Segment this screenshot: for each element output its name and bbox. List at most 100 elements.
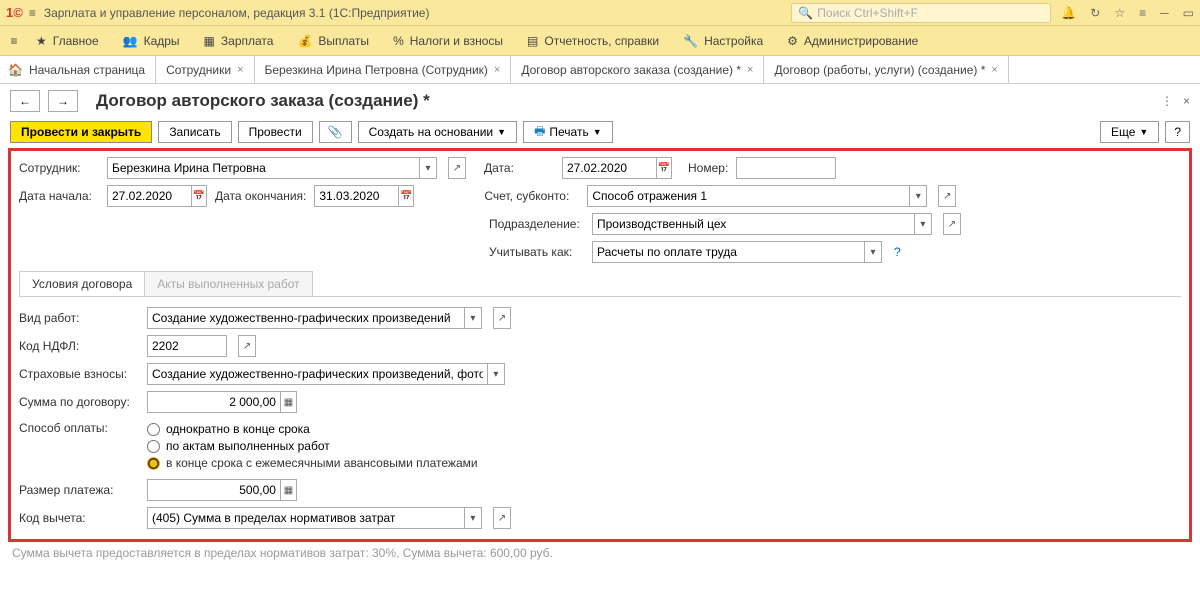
sum-input[interactable] [147,391,297,413]
chevron-down-icon: ▼ [497,127,506,137]
nav-back-button[interactable]: ← [10,90,40,112]
menu-kadry[interactable]: 👥Кадры [113,30,190,52]
menu-reports[interactable]: ▤Отчетность, справки [517,30,669,52]
consider-input[interactable]: ▾ [592,241,882,263]
department-input[interactable]: ▾ [592,213,932,235]
payment-size-input[interactable] [147,479,297,501]
star-icon[interactable]: ☆ [1114,6,1125,20]
save-button[interactable]: Записать [158,121,231,143]
sum-label: Сумма по договору: [19,395,139,409]
subtab-conditions[interactable]: Условия договора [19,271,145,296]
work-type-label: Вид работ: [19,311,139,325]
titlebar: 1© ≡ Зарплата и управление персоналом, р… [0,0,1200,26]
pay-option-advance[interactable]: в конце срока с ежемесячными авансовыми … [147,456,478,470]
dropdown-icon[interactable]: ▾ [487,364,504,384]
minimize-icon[interactable]: ─ [1160,6,1169,20]
end-date-input[interactable] [314,185,414,207]
history-icon[interactable]: ↻ [1090,6,1100,20]
maximize-icon[interactable]: ▭ [1183,6,1194,20]
account-input[interactable]: ▾ [587,185,927,207]
number-input[interactable] [736,157,836,179]
sub-tabs: Условия договора Акты выполненных работ [19,271,1181,297]
calendar-icon[interactable] [191,186,206,206]
start-date-input[interactable] [107,185,207,207]
chevron-down-icon: ▼ [1139,127,1148,137]
menu-icon[interactable]: ≡ [1139,6,1146,20]
deduction-label: Код вычета: [19,511,139,525]
post-and-close-button[interactable]: Провести и закрыть [10,121,152,143]
attach-button[interactable]: 📎 [319,121,352,143]
menu-main[interactable]: ★Главное [26,30,109,52]
number-label: Номер: [688,161,728,175]
menu-favorites-icon[interactable]: ≡ [6,34,22,48]
pay-method-label: Способ оплаты: [19,419,139,435]
nav-forward-button[interactable]: → [48,90,78,112]
close-icon[interactable]: × [991,64,997,76]
payment-size-label: Размер платежа: [19,483,139,497]
menu-zarplata[interactable]: ▦Зарплата [194,30,284,52]
open-deduction-button[interactable] [493,507,511,529]
close-icon[interactable]: × [747,64,753,76]
tab-home[interactable]: 🏠Начальная страница [0,56,156,83]
report-icon: ▤ [527,34,538,48]
close-icon[interactable]: × [494,64,500,76]
menu-admin[interactable]: ⚙Администрирование [777,30,928,52]
app-title: Зарплата и управление персоналом, редакц… [44,6,792,20]
menu-vyplaty[interactable]: 💰Выплаты [287,30,379,52]
help-link[interactable]: ? [894,245,901,259]
work-type-input[interactable]: ▾ [147,307,482,329]
tab-employee-card[interactable]: Березкина Ирина Петровна (Сотрудник)× [255,56,512,83]
command-bar: Провести и закрыть Записать Провести 📎 С… [0,118,1200,146]
calendar-icon[interactable] [398,186,413,206]
create-based-button[interactable]: Создать на основании▼ [358,121,517,143]
people-icon: 👥 [123,34,138,48]
dropdown-icon[interactable]: ▾ [419,158,436,178]
percent-icon: % [393,34,404,48]
global-search-input[interactable]: 🔍 Поиск Ctrl+Shift+F [791,3,1051,23]
post-button[interactable]: Провести [238,121,313,143]
calculator-icon[interactable] [280,392,296,412]
menu-settings[interactable]: 🔧Настройка [673,30,773,52]
insurance-label: Страховые взносы: [19,367,139,381]
gear-icon: ⚙ [787,34,798,48]
dropdown-icon[interactable]: ▾ [914,214,931,234]
more-button[interactable]: Еще▼ [1100,121,1159,143]
pay-option-acts[interactable]: по актам выполненных работ [147,439,478,453]
calendar-icon[interactable] [656,158,671,178]
date-input[interactable] [562,157,672,179]
wrench-icon: 🔧 [683,34,698,48]
dropdown-icon[interactable]: ▾ [864,242,881,262]
pay-option-once[interactable]: однократно в конце срока [147,422,478,436]
open-account-button[interactable] [938,185,956,207]
help-button[interactable]: ? [1165,121,1190,143]
insurance-input[interactable]: ▾ [147,363,505,385]
tab-work-contract[interactable]: Договор (работы, услуги) (создание) *× [764,56,1008,83]
date-label: Дата: [484,161,554,175]
account-label: Счет, субконто: [484,189,579,203]
hamburger-icon[interactable]: ≡ [29,6,36,20]
tab-bar: 🏠Начальная страница Сотрудники× Березкин… [0,56,1200,84]
dropdown-icon[interactable]: ▾ [464,508,481,528]
tab-employees[interactable]: Сотрудники× [156,56,254,83]
open-employee-button[interactable] [448,157,466,179]
close-page-icon[interactable]: × [1183,94,1190,108]
close-icon[interactable]: × [237,64,243,76]
main-menu: ≡ ★Главное 👥Кадры ▦Зарплата 💰Выплаты %На… [0,26,1200,56]
deduction-input[interactable]: ▾ [147,507,482,529]
print-button[interactable]: 🖶Печать▼ [523,121,613,143]
options-icon[interactable]: ⋮ [1161,94,1173,108]
dropdown-icon[interactable]: ▾ [909,186,926,206]
open-department-button[interactable] [943,213,961,235]
open-ndfl-button[interactable] [238,335,256,357]
menu-nalogi[interactable]: %Налоги и взносы [383,30,513,52]
end-date-label: Дата окончания: [215,189,306,203]
chevron-down-icon: ▼ [593,127,602,137]
employee-input[interactable]: ▾ [107,157,437,179]
bell-icon[interactable]: 🔔 [1061,6,1076,20]
subtab-acts[interactable]: Акты выполненных работ [144,271,312,296]
calculator-icon[interactable] [280,480,296,500]
dropdown-icon[interactable]: ▾ [464,308,481,328]
open-work-type-button[interactable] [493,307,511,329]
tab-author-contract[interactable]: Договор авторского заказа (создание) *× [511,56,764,83]
ndfl-input[interactable] [147,335,227,357]
